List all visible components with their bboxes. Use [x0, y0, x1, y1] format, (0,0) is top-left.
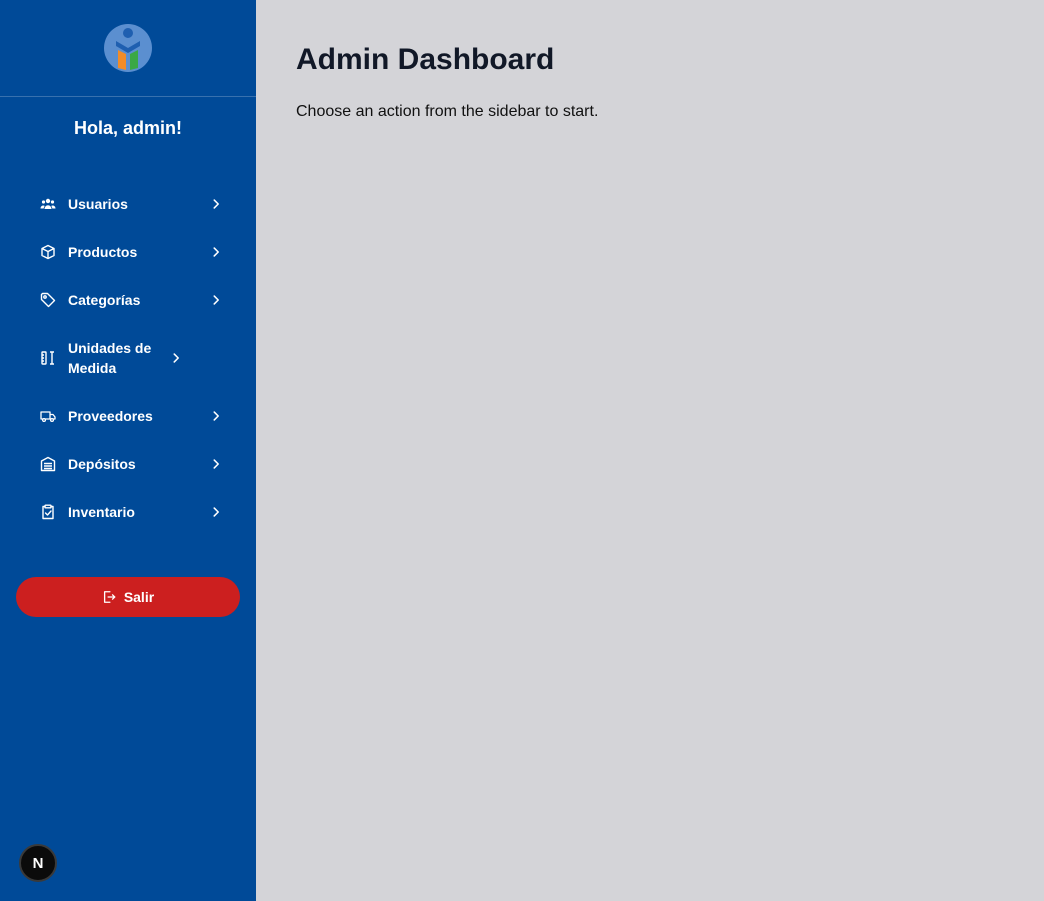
- chevron-right-icon: [168, 350, 184, 366]
- box-icon: [40, 244, 56, 260]
- devtools-badge[interactable]: N: [19, 844, 57, 882]
- ruler-icon: [40, 350, 56, 366]
- sidebar-item-label: Depósitos: [68, 456, 136, 472]
- users-icon: [40, 196, 56, 212]
- sidebar-item-categorias[interactable]: Categorías: [16, 276, 240, 324]
- sidebar-item-proveedores[interactable]: Proveedores: [16, 392, 240, 440]
- truck-icon: [40, 408, 56, 424]
- chevron-right-icon: [208, 244, 224, 260]
- sidebar-item-label: Productos: [68, 244, 138, 260]
- warehouse-icon: [40, 456, 56, 472]
- logout-label: Salir: [123, 589, 155, 605]
- logout-button[interactable]: Salir: [16, 577, 240, 617]
- greeting: Hola, admin!: [73, 118, 182, 138]
- sidebar-item-label: Categorías: [68, 292, 141, 308]
- chevron-right-icon: [208, 504, 224, 520]
- sidebar-nav: Usuarios Productos Categorías Unidades d…: [16, 180, 240, 536]
- sidebar-item-unidades-de-medida[interactable]: Unidades de Medida: [16, 324, 240, 392]
- chevron-right-icon: [208, 408, 224, 424]
- main-content: Admin Dashboard Choose an action from th…: [256, 0, 1044, 901]
- page-subtitle: Choose an action from the sidebar to sta…: [296, 103, 599, 120]
- sidebar-item-label: Unidades de Medida: [68, 340, 152, 376]
- page-title: Admin Dashboard: [296, 43, 555, 76]
- sidebar-item-productos[interactable]: Productos: [16, 228, 240, 276]
- sidebar-item-usuarios[interactable]: Usuarios: [16, 180, 240, 228]
- chevron-right-icon: [208, 196, 224, 212]
- sidebar-item-depositos[interactable]: Depósitos: [16, 440, 240, 488]
- logo-area: [0, 0, 256, 97]
- sidebar-item-label: Proveedores: [68, 408, 153, 424]
- clipboard-check-icon: [40, 504, 56, 520]
- chevron-right-icon: [208, 456, 224, 472]
- sidebar: Hola, admin! Usuarios Productos Categorí…: [0, 0, 256, 901]
- logout-icon: [103, 591, 116, 603]
- logo: [104, 24, 152, 72]
- sidebar-item-label: Usuarios: [68, 196, 128, 212]
- tag-icon: [40, 292, 56, 308]
- sidebar-item-label: Inventario: [68, 504, 135, 520]
- sidebar-item-inventario[interactable]: Inventario: [16, 488, 240, 536]
- chevron-right-icon: [208, 292, 224, 308]
